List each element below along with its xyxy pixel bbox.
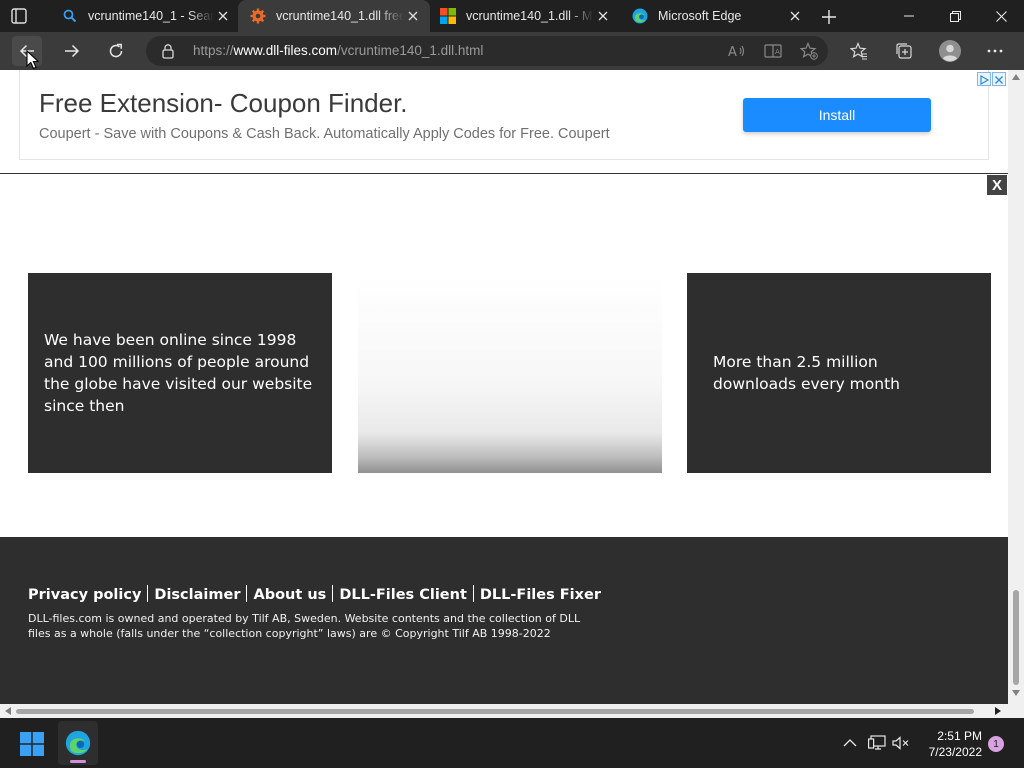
horizontal-scrollbar[interactable] — [0, 704, 1008, 718]
disclaimer-link[interactable]: Disclaimer — [154, 587, 240, 603]
volume-muted-icon[interactable] — [891, 733, 911, 753]
edge-logo-icon — [632, 8, 648, 24]
new-tab-button[interactable] — [818, 6, 840, 28]
url-host: www.dll-files.com — [233, 43, 338, 58]
tab-dll-files[interactable]: vcruntime140_1.dll free — [238, 0, 430, 32]
overlay-close-button[interactable]: X — [987, 175, 1007, 195]
favorites-icon[interactable] — [844, 36, 874, 66]
divider — [472, 585, 474, 602]
taskbar: 2:51 PM 7/23/2022 1 — [0, 718, 1024, 768]
horizontal-scroll-thumb[interactable] — [16, 709, 974, 714]
close-icon[interactable] — [786, 7, 804, 25]
tab-title: vcruntime140_1 - Search — [88, 9, 214, 23]
collections-icon[interactable] — [889, 36, 919, 66]
copyright-text: DLL-files.com is owned and operated by T… — [28, 612, 581, 640]
url-scheme: https:// — [193, 43, 234, 58]
svg-text:A: A — [775, 48, 780, 56]
about-us-link[interactable]: About us — [253, 587, 326, 603]
divider — [246, 585, 248, 602]
url-path: /vcruntime140_1.dll.html — [337, 43, 484, 58]
notification-badge[interactable]: 1 — [988, 736, 1004, 752]
dll-files-gear-icon — [250, 8, 266, 24]
browser-toolbar: https://www.dll-files.com/vcruntime140_1… — [0, 32, 1024, 70]
edge-taskbar-button[interactable] — [58, 721, 98, 765]
tab-actions-icon[interactable] — [10, 7, 28, 25]
edge-logo-icon — [65, 730, 91, 756]
clock-date: 7/23/2022 — [928, 745, 982, 759]
windows-start-icon[interactable] — [20, 732, 44, 756]
ad-title[interactable]: Free Extension- Coupon Finder. — [39, 88, 408, 119]
tab-microsoft[interactable]: vcruntime140_1.dll - Mi — [428, 0, 620, 32]
footer-links: Privacy policy Disclaimer About us DLL-File… — [28, 585, 601, 603]
scroll-up-icon[interactable] — [1012, 74, 1020, 80]
stat-card-text: We have been online since 1998 and 100 m… — [44, 331, 313, 415]
divider — [332, 585, 334, 602]
address-bar[interactable]: https://www.dll-files.com/vcruntime140_1… — [146, 36, 828, 66]
scroll-down-icon[interactable] — [1012, 690, 1020, 696]
scrollbar-corner — [1008, 704, 1024, 718]
close-icon[interactable] — [594, 7, 612, 25]
chevron-up-icon[interactable] — [840, 733, 860, 753]
lock-icon[interactable] — [160, 43, 176, 59]
ad-banner[interactable]: Free Extension- Coupon Finder. Coupert -… — [19, 70, 1006, 160]
stat-card-text: More than 2.5 million downloads every mo… — [713, 353, 900, 393]
stat-card-downloads: More than 2.5 million downloads every mo… — [687, 273, 991, 473]
profile-avatar[interactable] — [935, 36, 965, 66]
vertical-scrollbar[interactable] — [1008, 70, 1024, 704]
close-window-button[interactable] — [978, 0, 1024, 32]
mouse-cursor-icon — [26, 50, 39, 70]
tab-title: Microsoft Edge — [658, 9, 742, 23]
web-page: Free Extension- Coupon Finder. Coupert -… — [0, 70, 1008, 704]
divider — [147, 585, 149, 602]
scroll-right-icon[interactable] — [995, 707, 1001, 715]
site-footer: Privacy policy Disclaimer About us DLL-File… — [0, 537, 1008, 704]
dll-files-fixer-link[interactable]: DLL-Files Fixer — [480, 587, 601, 603]
close-icon[interactable] — [404, 7, 422, 25]
scroll-left-icon[interactable] — [5, 707, 11, 715]
forward-button[interactable] — [57, 36, 87, 66]
tab-title: vcruntime140_1.dll free — [276, 9, 404, 23]
tab-search[interactable]: vcruntime140_1 - Search — [50, 0, 240, 32]
vertical-scroll-thumb[interactable] — [1013, 590, 1019, 685]
privacy-policy-link[interactable]: Privacy policy — [28, 587, 141, 603]
add-favorite-icon[interactable] — [798, 41, 820, 61]
install-button[interactable]: Install — [743, 98, 931, 132]
ad-close-icon[interactable] — [992, 72, 1006, 86]
immersive-reader-icon[interactable]: A — [762, 41, 784, 61]
ad-description: Coupert - Save with Coupons & Cash Back.… — [39, 126, 610, 142]
tab-title: vcruntime140_1.dll - Mi — [466, 9, 594, 23]
search-icon — [62, 8, 78, 24]
restore-button[interactable] — [932, 0, 978, 32]
stat-card-image — [358, 273, 662, 473]
system-clock[interactable]: 2:51 PM 7/23/2022 — [918, 728, 982, 760]
refresh-button[interactable] — [101, 36, 131, 66]
adchoices-icon[interactable] — [977, 72, 991, 86]
url-text: https://www.dll-files.com/vcruntime140_1… — [193, 43, 483, 58]
divider — [0, 173, 1008, 174]
minimize-button[interactable] — [886, 0, 932, 32]
tab-strip: vcruntime140_1 - Search vcruntime140_1.d… — [0, 0, 1024, 32]
network-icon[interactable] — [867, 733, 887, 753]
settings-more-icon[interactable] — [980, 36, 1010, 66]
running-indicator — [70, 760, 86, 763]
clock-time: 2:51 PM — [937, 729, 982, 743]
microsoft-logo-icon — [440, 8, 456, 24]
read-aloud-icon[interactable]: A — [726, 41, 748, 61]
close-icon[interactable] — [214, 7, 232, 25]
svg-text:A: A — [728, 45, 737, 59]
stat-card-online-since: We have been online since 1998 and 100 m… — [28, 273, 332, 473]
tab-microsoft-edge[interactable]: Microsoft Edge — [620, 0, 812, 32]
dll-files-client-link[interactable]: DLL-Files Client — [339, 587, 467, 603]
